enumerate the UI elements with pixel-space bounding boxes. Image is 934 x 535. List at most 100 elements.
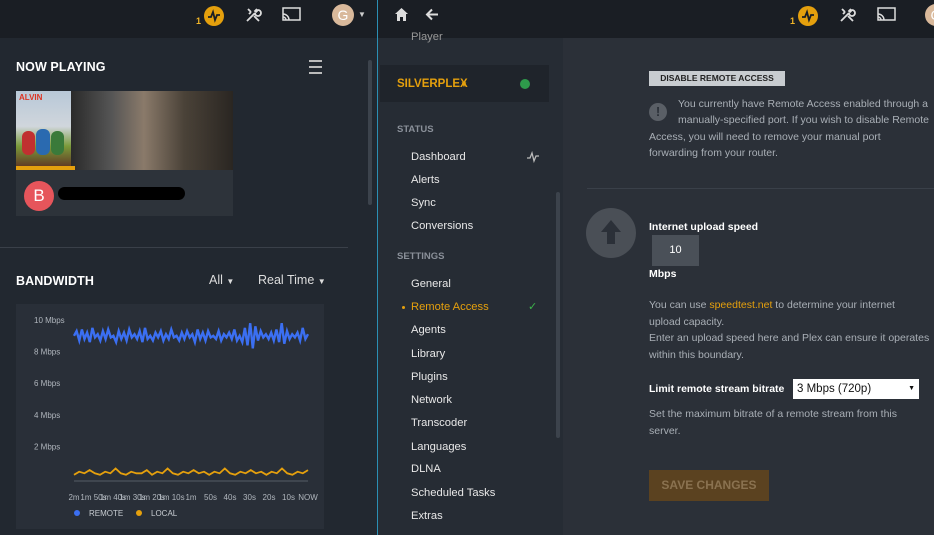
- x-tick-label: 2m: [68, 493, 79, 502]
- chevron-down-icon: ▼: [226, 277, 235, 286]
- activity-button-right[interactable]: 1: [790, 6, 820, 28]
- redacted-username: [58, 187, 185, 200]
- warning-text-4: forwarding from your router.: [649, 147, 778, 159]
- chevron-down-icon[interactable]: ▼: [358, 10, 366, 19]
- bandwidth-filter-all[interactable]: All ▼: [209, 273, 234, 287]
- disable-remote-access-button[interactable]: DISABLE REMOTE ACCESS: [649, 71, 785, 86]
- active-dot-icon: [402, 306, 405, 309]
- avatar-circle: G: [925, 4, 934, 26]
- check-icon: ✓: [528, 301, 538, 313]
- menu-icon[interactable]: [308, 58, 324, 81]
- home-icon[interactable]: [394, 7, 409, 27]
- sidebar-item-sync[interactable]: Sync: [411, 197, 436, 209]
- bitrate-help-1: Set the maximum bitrate of a remote stre…: [649, 408, 898, 420]
- save-changes-button[interactable]: SAVE CHANGES: [649, 470, 769, 501]
- sidebar-item-conversions[interactable]: Conversions: [411, 220, 473, 232]
- cast-icon[interactable]: [282, 7, 301, 28]
- movie-art: [71, 91, 233, 170]
- now-playing-title: NOW PLAYING: [16, 60, 106, 74]
- activity-count: 1: [196, 16, 202, 26]
- chevron-down-icon: ▼: [908, 385, 915, 392]
- poster-figure-blue: [36, 129, 50, 155]
- speedtest-link[interactable]: speedtest.net: [709, 299, 772, 311]
- hint-line-4: within this boundary.: [649, 349, 744, 361]
- section-divider: [0, 247, 348, 248]
- sidebar-item-languages[interactable]: Languages: [411, 441, 466, 453]
- poster-figure-red: [22, 131, 35, 155]
- sidebar-scrollbar[interactable]: [556, 192, 560, 438]
- sidebar-status-header: STATUS: [397, 124, 434, 135]
- settings-sidebar: [378, 38, 563, 535]
- legend-remote-marker: [74, 510, 80, 516]
- hint-line-2: upload capacity.: [649, 316, 725, 328]
- upload-speed-input[interactable]: 10: [652, 235, 699, 266]
- sidebar-item-transcoder[interactable]: Transcoder: [411, 417, 467, 429]
- settings-tools-icon[interactable]: [838, 6, 856, 29]
- sidebar-item-agents[interactable]: Agents: [411, 324, 446, 336]
- bitrate-help-2: server.: [649, 425, 681, 437]
- sidebar-item-extras[interactable]: Extras: [411, 510, 443, 522]
- sidebar-settings-header: SETTINGS: [397, 251, 445, 262]
- sidebar-item-plugins[interactable]: Plugins: [411, 371, 448, 383]
- x-tick-label: 1m 10s: [158, 493, 184, 502]
- x-tick-label: 30s: [243, 493, 256, 502]
- filter-all-label: All: [209, 273, 223, 287]
- user-avatar-right[interactable]: G: [925, 4, 934, 26]
- sidebar-item-remote-access[interactable]: Remote Access: [411, 301, 489, 313]
- sidebar-item-scheduled-tasks[interactable]: Scheduled Tasks: [411, 487, 495, 499]
- y-tick-label: 6 Mbps: [34, 379, 60, 388]
- activity-button[interactable]: 1: [196, 6, 226, 28]
- x-tick-label: 50s: [204, 493, 217, 502]
- bandwidth-chart: 10 Mbps 8 Mbps 6 Mbps 4 Mbps 2 Mbps 2m 1m 50s 1…: [16, 304, 324, 529]
- activity-icon: [798, 6, 818, 26]
- legend-local-marker: [136, 510, 142, 516]
- sidebar-item-network[interactable]: Network: [411, 394, 452, 406]
- content-divider: [587, 188, 934, 189]
- poster-title: ALVIN: [19, 93, 43, 102]
- sidebar-item-dashboard[interactable]: Dashboard: [411, 151, 466, 163]
- sidebar-item-dlna[interactable]: DLNA: [411, 463, 441, 475]
- y-tick-label: 10 Mbps: [34, 316, 65, 325]
- filter-time-label: Real Time: [258, 273, 315, 287]
- x-tick-label: 10s: [282, 493, 295, 502]
- series-line-remote: [72, 323, 310, 349]
- legend-remote-label: REMOTE: [89, 509, 123, 518]
- chevron-down-icon: ▼: [460, 80, 468, 89]
- bandwidth-chart-svg: 10 Mbps 8 Mbps 6 Mbps 4 Mbps 2 Mbps 2m 1m 50s 1…: [34, 316, 318, 518]
- sidebar-item-general[interactable]: General: [411, 278, 451, 290]
- bandwidth-title: BANDWIDTH: [16, 274, 94, 288]
- legend-local-label: LOCAL: [151, 509, 178, 518]
- hint-pre: You can use: [649, 299, 710, 311]
- upload-arrow-icon: [586, 208, 636, 258]
- back-arrow-icon[interactable]: [425, 7, 440, 27]
- server-selector[interactable]: SILVERPLEX ▼: [380, 65, 549, 102]
- left-scrollbar[interactable]: [368, 60, 372, 205]
- activity-pulse-icon: [526, 150, 540, 168]
- dashboard-pane: 1 G ▼ NOW PLAYING ALVIN B BANDWIDTH All …: [0, 0, 377, 535]
- sidebar-item-alerts[interactable]: Alerts: [411, 174, 440, 186]
- bandwidth-filter-time[interactable]: Real Time ▼: [258, 273, 326, 287]
- cast-icon[interactable]: [877, 7, 896, 28]
- series-line-local: [73, 467, 309, 476]
- poster-figure-green: [51, 131, 64, 155]
- user-avatar[interactable]: G: [332, 4, 354, 26]
- user-badge: B: [24, 181, 54, 211]
- server-name: SILVERPLEX: [397, 78, 468, 90]
- bitrate-label: Limit remote stream bitrate: [649, 383, 785, 395]
- x-tick-label: 20s: [263, 493, 276, 502]
- activity-icon: [204, 6, 224, 26]
- x-tick-label: 1m: [185, 493, 196, 502]
- sidebar-item-player[interactable]: Player: [411, 31, 443, 43]
- upload-speed-label: Internet upload speed: [649, 221, 759, 233]
- speedtest-hint: You can use speedtest.net to determine y…: [649, 297, 895, 314]
- hint-post: to determine your internet: [772, 299, 895, 311]
- activity-count: 1: [790, 16, 796, 26]
- bitrate-select[interactable]: 3 Mbps (720p) ▼: [793, 379, 919, 399]
- now-playing-card[interactable]: ALVIN B: [16, 91, 233, 216]
- hint-line-3: Enter an upload speed here and Plex can …: [649, 332, 930, 344]
- settings-tools-icon[interactable]: [244, 6, 262, 29]
- playback-progress: [16, 166, 75, 170]
- sidebar-item-library[interactable]: Library: [411, 348, 445, 360]
- bitrate-selected: 3 Mbps (720p): [797, 383, 872, 395]
- upload-speed-unit: Mbps: [649, 268, 677, 280]
